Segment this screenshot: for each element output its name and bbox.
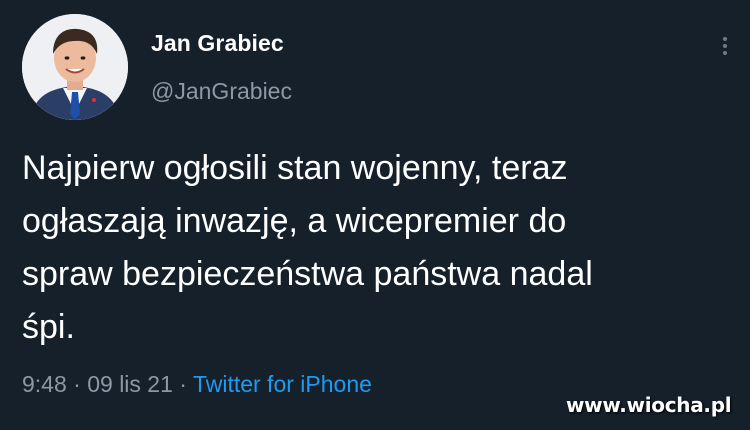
tweet-card: Jan Grabiec @JanGrabiec Najpierw ogłosil…: [0, 0, 750, 430]
watermark: www.wiocha.pl: [566, 393, 732, 417]
more-options-button[interactable]: [714, 34, 736, 64]
tweet-time[interactable]: 9:48: [22, 371, 67, 397]
author-display-name[interactable]: Jan Grabiec: [151, 30, 284, 57]
meta-separator: ·: [179, 371, 187, 397]
profile-photo-icon: [22, 14, 128, 120]
tweet-meta: 9:48 · 09 lis 21 · Twitter for iPhone: [22, 371, 372, 398]
tweet-text: Najpierw ogłosili stan wojenny, teraz og…: [22, 149, 593, 346]
meta-separator: ·: [73, 371, 81, 397]
avatar[interactable]: [22, 14, 128, 120]
tweet-source-link[interactable]: Twitter for iPhone: [193, 371, 372, 397]
author-handle[interactable]: @JanGrabiec: [151, 78, 292, 105]
vertical-dots-icon: [714, 37, 736, 55]
tweet-date[interactable]: 09 lis 21: [87, 371, 173, 397]
